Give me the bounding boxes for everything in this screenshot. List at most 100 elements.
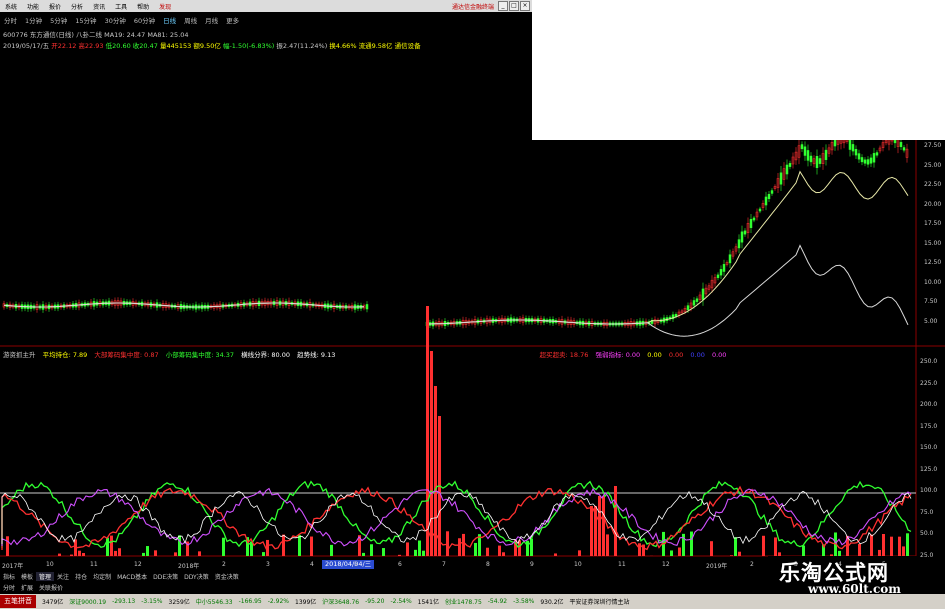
period-tab[interactable]: 60分钟 xyxy=(130,15,159,25)
indicator-bar xyxy=(902,546,905,556)
indicator-axis-label: 75.0 xyxy=(920,508,934,516)
indicator-bar xyxy=(6,536,9,556)
quote-close: 收20.47 xyxy=(132,42,158,50)
status-item: -3.15% xyxy=(141,598,163,605)
quote-low: 低20.60 xyxy=(105,42,131,50)
candle-body xyxy=(740,231,744,243)
tab-related[interactable]: 关联报价 xyxy=(36,583,66,592)
quote-date: 2019/05/17/五 xyxy=(3,42,50,50)
quote-high: 高22.93 xyxy=(78,42,104,50)
tab-position[interactable]: 持仓 xyxy=(72,572,90,581)
maximize-icon[interactable]: □ xyxy=(509,1,519,11)
indicator-value: 大部筹码集中度: 0.87 xyxy=(94,351,159,359)
input-method-badge[interactable]: 五笔拼音 xyxy=(0,595,36,608)
tab-intraday[interactable]: 分时 xyxy=(0,583,18,592)
indicator-bar xyxy=(418,540,421,556)
tab-custom[interactable]: 均定制 xyxy=(90,572,114,581)
period-tab[interactable]: 分时 xyxy=(0,15,21,25)
period-tab[interactable]: 15分钟 xyxy=(71,15,100,25)
quote-industry: 通信设备 xyxy=(394,42,421,50)
candle-body xyxy=(815,155,819,168)
indicator-bar xyxy=(578,550,581,556)
tab-fund[interactable]: 资金决策 xyxy=(212,572,242,581)
candle-body xyxy=(365,304,369,310)
menu-function[interactable]: 功能 xyxy=(22,2,44,11)
menu-tools[interactable]: 工具 xyxy=(110,2,132,11)
price-axis-label: 25.00 xyxy=(924,161,942,169)
candle-body xyxy=(770,190,774,194)
indicator-bar xyxy=(498,545,501,556)
status-item: -293.13 xyxy=(112,598,136,605)
indicator-name[interactable]: 游资抓主升 xyxy=(3,351,36,359)
indicator-axis-label: 125.0 xyxy=(920,465,938,473)
tab-watch[interactable]: 关注 xyxy=(54,572,72,581)
indicator-value: 平均持仓: 7.89 xyxy=(42,351,88,359)
candle-body xyxy=(722,264,726,272)
indicator-bar xyxy=(502,552,505,556)
period-tab-more[interactable]: 更多 xyxy=(222,15,243,25)
indicator-axis-label: 25.0 xyxy=(920,551,934,559)
candle-body xyxy=(863,159,867,164)
tab-macd[interactable]: MACD基本 xyxy=(114,572,150,581)
indicator-bar xyxy=(870,534,873,556)
period-tab[interactable]: 30分钟 xyxy=(101,15,130,25)
indicator-bar xyxy=(362,552,365,556)
menu-news[interactable]: 资讯 xyxy=(88,2,110,11)
tab-extend[interactable]: 扩展 xyxy=(18,583,36,592)
status-item: 930.2亿 xyxy=(540,599,564,606)
indicator-axis-label: 100.0 xyxy=(920,487,938,494)
menu-system[interactable]: 系统 xyxy=(0,2,22,11)
ma-line-long xyxy=(3,244,909,337)
menu-help[interactable]: 帮助 xyxy=(132,2,154,11)
candle-body xyxy=(788,163,792,167)
period-tab[interactable]: 5分钟 xyxy=(46,15,71,25)
candle-body xyxy=(875,152,879,156)
tab-ddy[interactable]: DDY决策 xyxy=(181,572,212,581)
indicator-axis-label: 150.0 xyxy=(920,444,938,451)
indicator-bar xyxy=(310,536,313,556)
period-tab[interactable]: 周线 xyxy=(180,15,201,25)
window-controls: _ □ × xyxy=(498,1,532,11)
indicator-bar xyxy=(426,306,429,556)
date-axis-label: 8 xyxy=(486,561,490,568)
price-axis-label: 27.50 xyxy=(924,142,942,149)
indicator-bar xyxy=(458,538,461,556)
candle-body xyxy=(674,314,678,317)
status-item: 1399亿 xyxy=(295,599,317,606)
date-axis-label: 2019年 xyxy=(706,563,728,570)
candle-body xyxy=(800,144,804,150)
status-item: 3259亿 xyxy=(168,599,190,606)
date-axis-label: 5 xyxy=(882,561,886,568)
candle-body xyxy=(857,153,861,160)
indicator-bar xyxy=(446,531,449,556)
indicator-bar xyxy=(430,351,433,556)
indicator-bar xyxy=(330,544,333,556)
candle-body xyxy=(686,305,690,311)
status-bar: 五笔拼音 3479亿 深证9000.19 -293.13 -3.15% 3259… xyxy=(0,594,945,609)
period-tab[interactable]: 月线 xyxy=(201,15,222,25)
tab-manage[interactable]: 管理 xyxy=(36,572,55,581)
minimize-icon[interactable]: _ xyxy=(498,1,508,11)
indicator-bar xyxy=(474,542,477,556)
indicator-axis-label: 225.0 xyxy=(920,379,938,387)
indicator-bar xyxy=(222,537,225,556)
price-axis-label: 15.00 xyxy=(924,239,942,247)
date-axis-label: 11 xyxy=(618,561,626,568)
indicator-bar xyxy=(590,506,593,556)
menu-quote[interactable]: 报价 xyxy=(44,2,66,11)
indicator-axis-label: 250.0 xyxy=(920,358,938,365)
tab-template[interactable]: 模板 xyxy=(18,572,36,581)
price-axis-label: 7.50 xyxy=(924,298,938,305)
status-item: 3479亿 xyxy=(42,599,64,606)
price-axis-label: 10.00 xyxy=(924,278,942,286)
menu-discover[interactable]: 发现 xyxy=(154,2,176,11)
tab-dde[interactable]: DDE决策 xyxy=(150,572,181,581)
period-tab-active[interactable]: 日线 xyxy=(159,15,180,25)
tab-indicator[interactable]: 指标 xyxy=(0,572,18,581)
close-icon[interactable]: × xyxy=(520,1,530,11)
indicator-bar xyxy=(678,547,681,556)
period-tab[interactable]: 1分钟 xyxy=(21,15,46,25)
menu-analysis[interactable]: 分析 xyxy=(66,2,88,11)
indicator-bar xyxy=(146,546,149,556)
stock-title-line: 600776 东方通信(日线) 八卦二线 MA19: 24.47 MA81: 2… xyxy=(3,31,189,39)
